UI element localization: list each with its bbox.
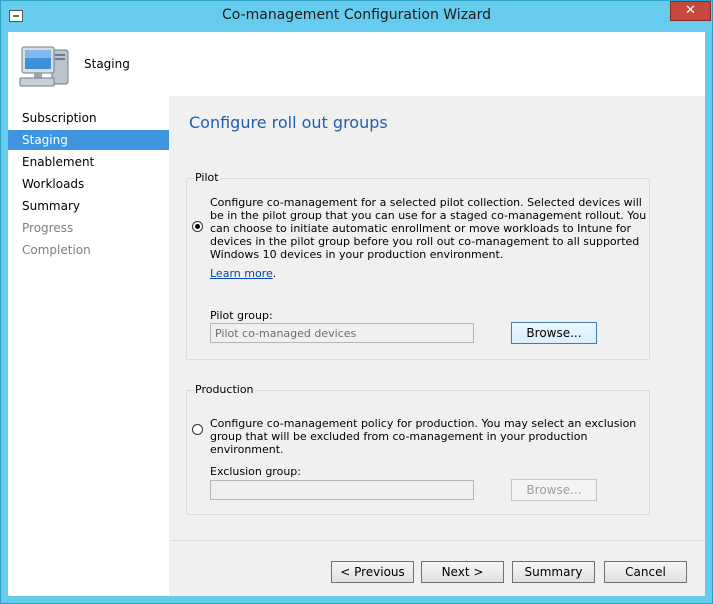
wizard-header: Staging <box>8 32 705 96</box>
computer-icon <box>19 46 69 87</box>
previous-button[interactable]: < Previous <box>331 561 414 583</box>
pilot-group-label: Pilot <box>194 171 220 184</box>
footer-divider <box>171 540 705 541</box>
pilot-radio[interactable] <box>192 221 203 232</box>
nav-item-subscription[interactable]: Subscription <box>8 108 169 128</box>
learn-more-link[interactable]: Learn more <box>210 267 273 280</box>
learn-more-suffix: . <box>272 267 277 280</box>
exclusion-group-field-label: Exclusion group: <box>210 465 301 478</box>
nav-item-staging[interactable]: Staging <box>8 130 169 150</box>
page-title: Configure roll out groups <box>189 113 388 132</box>
next-button[interactable]: Next > <box>421 561 504 583</box>
production-radio[interactable] <box>192 424 203 435</box>
pilot-group-field-label: Pilot group: <box>210 309 273 322</box>
window-title: Co-management Configuration Wizard <box>221 7 492 23</box>
cancel-button[interactable]: Cancel <box>604 561 687 583</box>
wizard-client-area: Staging Subscription Staging Enablement … <box>8 32 705 596</box>
production-browse-button: Browse... <box>511 479 597 501</box>
pilot-browse-button[interactable]: Browse... <box>511 322 597 344</box>
wizard-step-nav: Subscription Staging Enablement Workload… <box>8 96 169 596</box>
summary-button[interactable]: Summary <box>512 561 595 583</box>
title-bar[interactable]: Co-management Configuration Wizard ✕ <box>1 1 712 31</box>
step-header-title: Staging <box>84 57 130 71</box>
nav-item-enablement[interactable]: Enablement <box>8 152 169 172</box>
pilot-description: Configure co-management for a selected p… <box>210 196 647 261</box>
nav-item-workloads[interactable]: Workloads <box>8 174 169 194</box>
close-button[interactable]: ✕ <box>670 1 711 21</box>
pilot-group-input[interactable] <box>210 323 474 343</box>
production-group-label: Production <box>194 383 255 396</box>
production-description: Configure co-management policy for produ… <box>210 417 637 456</box>
nav-item-summary[interactable]: Summary <box>8 196 169 216</box>
learn-more-line: Learn more. <box>210 267 276 280</box>
exclusion-group-input[interactable] <box>210 480 474 500</box>
nav-item-completion: Completion <box>22 243 91 257</box>
nav-item-progress: Progress <box>22 221 74 235</box>
wizard-window: Co-management Configuration Wizard ✕ Sta… <box>0 0 713 604</box>
